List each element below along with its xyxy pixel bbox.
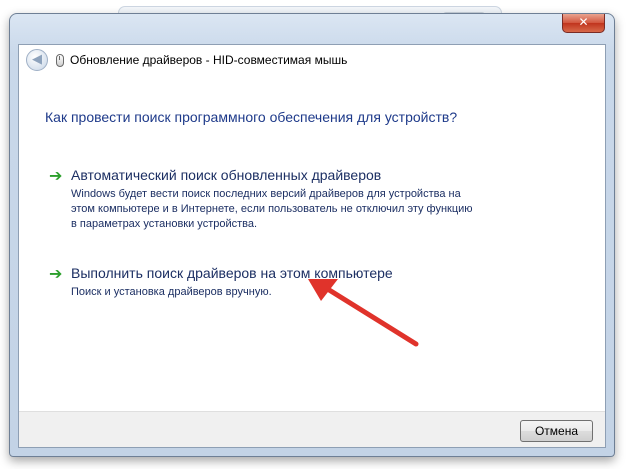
dialog-title: Обновление драйверов - HID-совместимая м… (70, 53, 348, 67)
option-title[interactable]: Автоматический поиск обновленных драйвер… (71, 167, 481, 184)
back-arrow-icon[interactable]: ◀ (26, 49, 48, 71)
option-auto-search[interactable]: ➔ Автоматический поиск обновленных драйв… (49, 167, 481, 232)
option-browse-computer[interactable]: ➔ Выполнить поиск драйверов на этом комп… (49, 265, 481, 300)
option-title[interactable]: Выполнить поиск драйверов на этом компью… (71, 265, 481, 282)
dialog-footer: Отмена (19, 411, 605, 447)
mouse-device-icon (56, 53, 64, 67)
green-arrow-icon: ➔ (49, 264, 63, 283)
dialog-client-area: ◀ Обновление драйверов - HID-совместимая… (18, 44, 606, 448)
cancel-button[interactable]: Отмена (520, 420, 593, 442)
update-driver-dialog: ✕ ◀ Обновление драйверов - HID-совместим… (9, 13, 615, 457)
page-question: Как провести поиск программного обеспече… (45, 109, 458, 125)
option-description: Поиск и установка драйверов вручную. (71, 286, 272, 298)
close-button[interactable]: ✕ (562, 14, 605, 33)
option-description: Windows будет вести поиск последних верс… (71, 188, 473, 230)
green-arrow-icon: ➔ (49, 166, 63, 185)
dialog-header: ◀ Обновление драйверов - HID-совместимая… (19, 45, 605, 75)
